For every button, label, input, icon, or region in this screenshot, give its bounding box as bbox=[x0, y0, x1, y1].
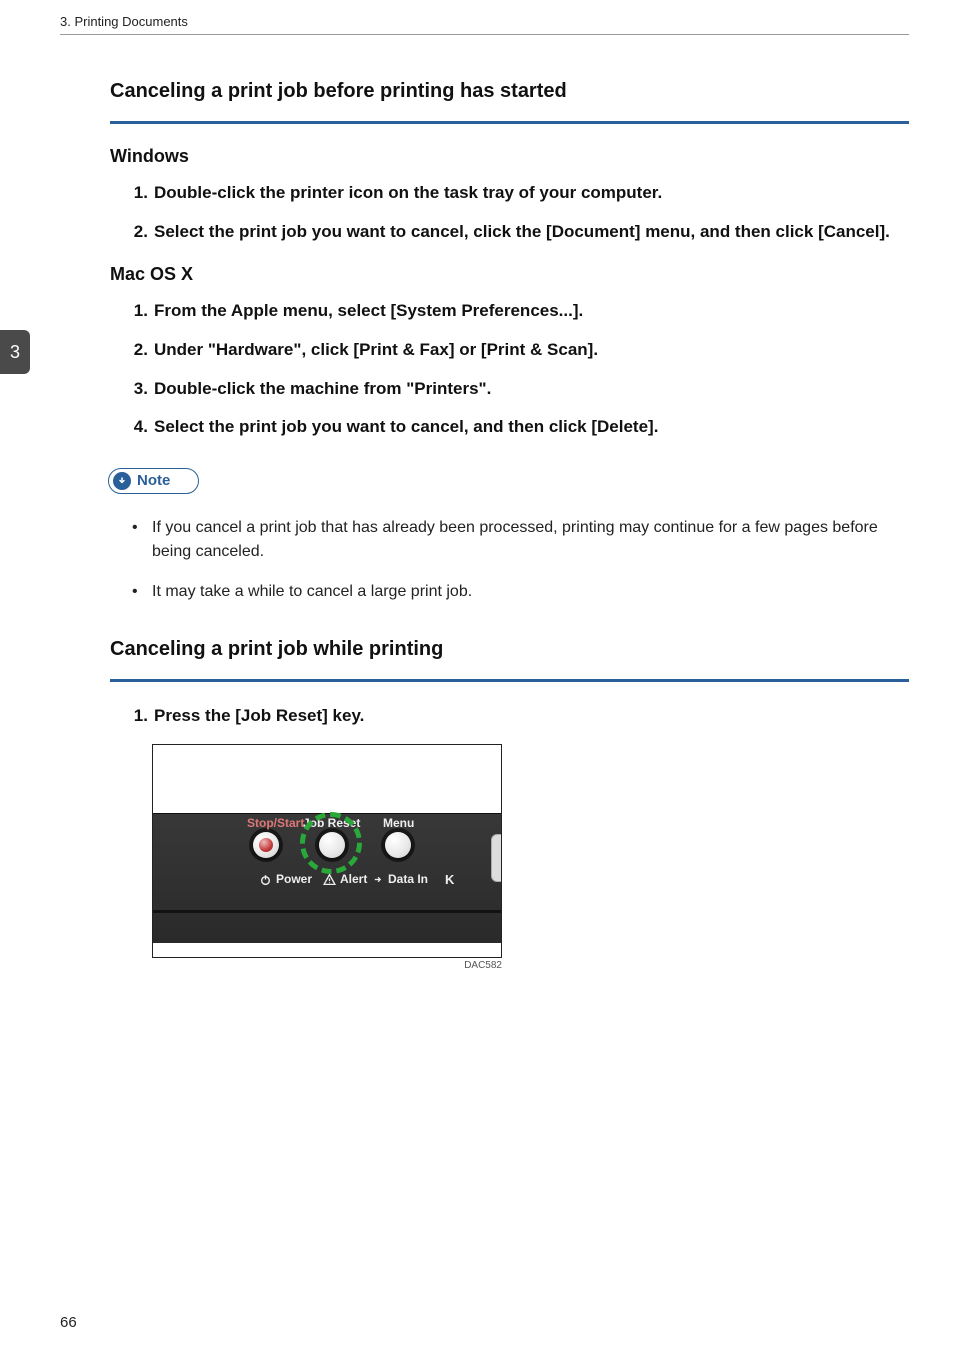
section-heading-cancel-while: Canceling a print job while printing bbox=[110, 638, 909, 669]
display-slot-graphic bbox=[491, 834, 502, 882]
steps-macosx: From the Apple menu, select [System Pref… bbox=[120, 299, 909, 440]
note-icon bbox=[113, 472, 131, 490]
indicator-data-in: Data In bbox=[371, 872, 428, 886]
step-item: Double-click the machine from "Printers"… bbox=[120, 377, 909, 402]
printer-panel-figure: Stop/Start Job Reset Menu Power Alert bbox=[152, 744, 502, 971]
data-in-icon bbox=[371, 873, 384, 886]
chapter-tab: 3 bbox=[0, 330, 30, 374]
page-content: Canceling a print job before printing ha… bbox=[110, 80, 909, 971]
label-stop-start: Stop/Start bbox=[247, 816, 304, 830]
note-item: If you cancel a print job that has alrea… bbox=[128, 516, 909, 564]
step-item: Double-click the printer icon on the tas… bbox=[120, 181, 909, 206]
power-icon bbox=[259, 873, 272, 886]
figure-caption: DAC582 bbox=[152, 960, 502, 971]
note-item: It may take a while to cancel a large pr… bbox=[128, 580, 909, 604]
step-item: Press the [Job Reset] key. bbox=[120, 704, 909, 729]
step-item: Select the print job you want to cancel,… bbox=[120, 220, 909, 245]
running-head-rule bbox=[60, 34, 909, 35]
step-item: From the Apple menu, select [System Pref… bbox=[120, 299, 909, 324]
steps-windows: Double-click the printer icon on the tas… bbox=[120, 181, 909, 244]
note-label: Note bbox=[137, 472, 170, 489]
indicator-data-in-label: Data In bbox=[388, 872, 428, 886]
note-list: If you cancel a print job that has alrea… bbox=[128, 516, 909, 604]
alert-icon bbox=[323, 873, 336, 886]
label-menu: Menu bbox=[383, 816, 414, 830]
highlight-ring bbox=[300, 812, 362, 874]
indicator-toner-k: K bbox=[445, 872, 454, 887]
section-heading-cancel-before: Canceling a print job before printing ha… bbox=[110, 80, 909, 111]
indicator-power-label: Power bbox=[276, 872, 312, 886]
section-rule bbox=[110, 679, 909, 682]
figure-frame: Stop/Start Job Reset Menu Power Alert bbox=[152, 744, 502, 958]
subheading-macosx: Mac OS X bbox=[110, 264, 909, 285]
stop-start-button-graphic bbox=[253, 832, 279, 858]
indicator-alert-label: Alert bbox=[340, 872, 367, 886]
indicator-alert: Alert bbox=[323, 872, 367, 886]
section-rule bbox=[110, 121, 909, 124]
menu-button-graphic bbox=[385, 832, 411, 858]
running-head: 3. Printing Documents bbox=[60, 14, 188, 29]
step-item: Under "Hardware", click [Print & Fax] or… bbox=[120, 338, 909, 363]
subheading-windows: Windows bbox=[110, 146, 909, 167]
indicator-power: Power bbox=[259, 872, 312, 886]
indicator-toner-label: K bbox=[445, 872, 454, 887]
printer-body: Stop/Start Job Reset Menu Power Alert bbox=[152, 813, 502, 943]
steps-while-printing: Press the [Job Reset] key. bbox=[120, 704, 909, 729]
note-badge: Note bbox=[108, 468, 199, 494]
page-number: 66 bbox=[60, 1314, 77, 1331]
step-item: Select the print job you want to cancel,… bbox=[120, 415, 909, 440]
